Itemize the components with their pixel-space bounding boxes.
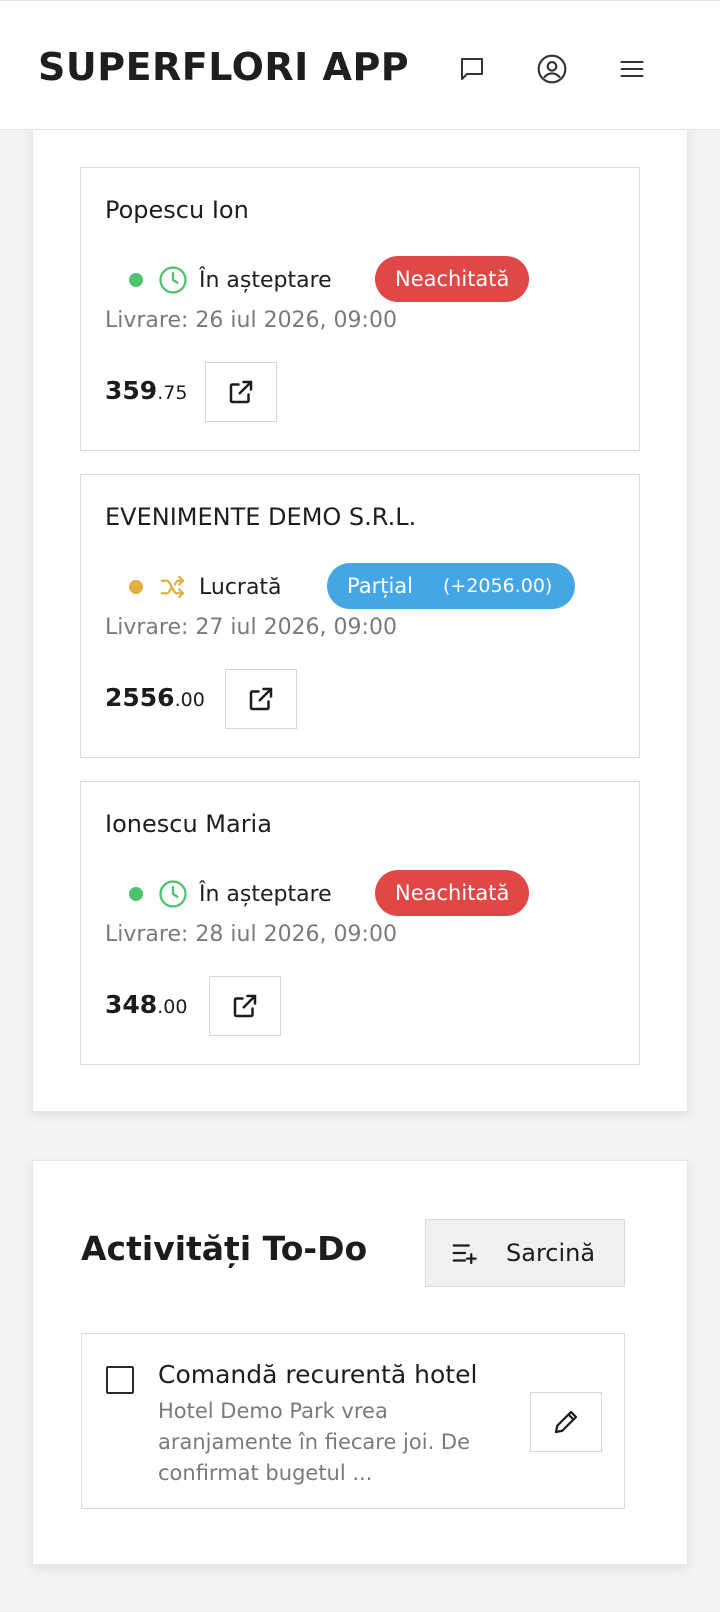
app-title[interactable]: SUPERFLORI APP [38, 45, 409, 89]
shuffle-icon [157, 571, 189, 603]
order-card[interactable]: EVENIMENTE DEMO S.R.L. Lucrată Parțial (… [80, 474, 640, 758]
menu-icon[interactable] [612, 49, 652, 89]
customer-name: Popescu Ion [105, 196, 249, 224]
payment-label: Neachitată [395, 267, 510, 291]
order-status: Lucrată [129, 563, 282, 611]
order-status: În așteptare [129, 870, 332, 918]
order-amount: 359.75 [105, 376, 187, 405]
payment-extra: (+2056.00) [443, 575, 553, 597]
todo-panel: Activități To-Do Sarcină Comandă recuren… [32, 1160, 688, 1565]
todo-item-description: Hotel Demo Park vrea aranjamente în fiec… [158, 1399, 471, 1485]
order-card[interactable]: Popescu Ion În așteptare Neachitată Livr… [80, 167, 640, 451]
edit-todo-button[interactable] [530, 1392, 602, 1452]
order-status: În așteptare [129, 256, 332, 304]
open-order-button[interactable] [205, 362, 277, 422]
user-circle-icon[interactable] [532, 49, 572, 89]
chat-icon[interactable] [452, 49, 492, 89]
external-link-icon [230, 991, 260, 1021]
payment-badge: Neachitată [375, 256, 530, 302]
customer-name: Ionescu Maria [105, 810, 272, 838]
payment-label: Neachitată [395, 881, 510, 905]
amount-whole: 348 [105, 990, 158, 1019]
status-dot [129, 580, 143, 594]
add-task-label: Sarcină [506, 1239, 596, 1267]
pencil-icon [551, 1407, 581, 1437]
delivery-date: Livrare: 27 iul 2026, 09:00 [105, 615, 397, 640]
customer-name: EVENIMENTE DEMO S.R.L. [105, 503, 417, 531]
clock-icon [157, 264, 189, 296]
top-app-bar: SUPERFLORI APP [0, 0, 720, 130]
amount-whole: 2556 [105, 683, 175, 712]
delivery-date: Livrare: 26 iul 2026, 09:00 [105, 308, 397, 333]
order-amount: 2556.00 [105, 683, 205, 712]
status-dot [129, 887, 143, 901]
open-order-button[interactable] [209, 976, 281, 1036]
todo-item-title: Comandă recurentă hotel [158, 1360, 478, 1389]
status-label: Lucrată [199, 574, 282, 600]
todo-checkbox[interactable] [106, 1366, 134, 1394]
todo-section-title: Activități To-Do [81, 1229, 368, 1268]
payment-badge: Parțial (+2056.00) [327, 563, 575, 609]
amount-cents: .75 [157, 382, 188, 404]
add-list-icon [450, 1238, 480, 1268]
add-task-button[interactable]: Sarcină [425, 1219, 625, 1287]
amount-cents: .00 [157, 996, 188, 1018]
order-amount: 348.00 [105, 990, 187, 1019]
external-link-icon [246, 684, 276, 714]
clock-icon [157, 878, 189, 910]
external-link-icon [226, 377, 256, 407]
open-order-button[interactable] [225, 669, 297, 729]
delivery-date: Livrare: 28 iul 2026, 09:00 [105, 922, 397, 947]
amount-whole: 359 [105, 376, 158, 405]
payment-label: Parțial [347, 574, 413, 598]
order-card[interactable]: Ionescu Maria În așteptare Neachitată Li… [80, 781, 640, 1065]
status-dot [129, 273, 143, 287]
status-label: În așteptare [199, 267, 332, 293]
amount-cents: .00 [174, 689, 205, 711]
status-label: În așteptare [199, 881, 332, 907]
todo-item: Comandă recurentă hotel Hotel Demo Park … [81, 1333, 625, 1509]
payment-badge: Neachitată [375, 870, 530, 916]
